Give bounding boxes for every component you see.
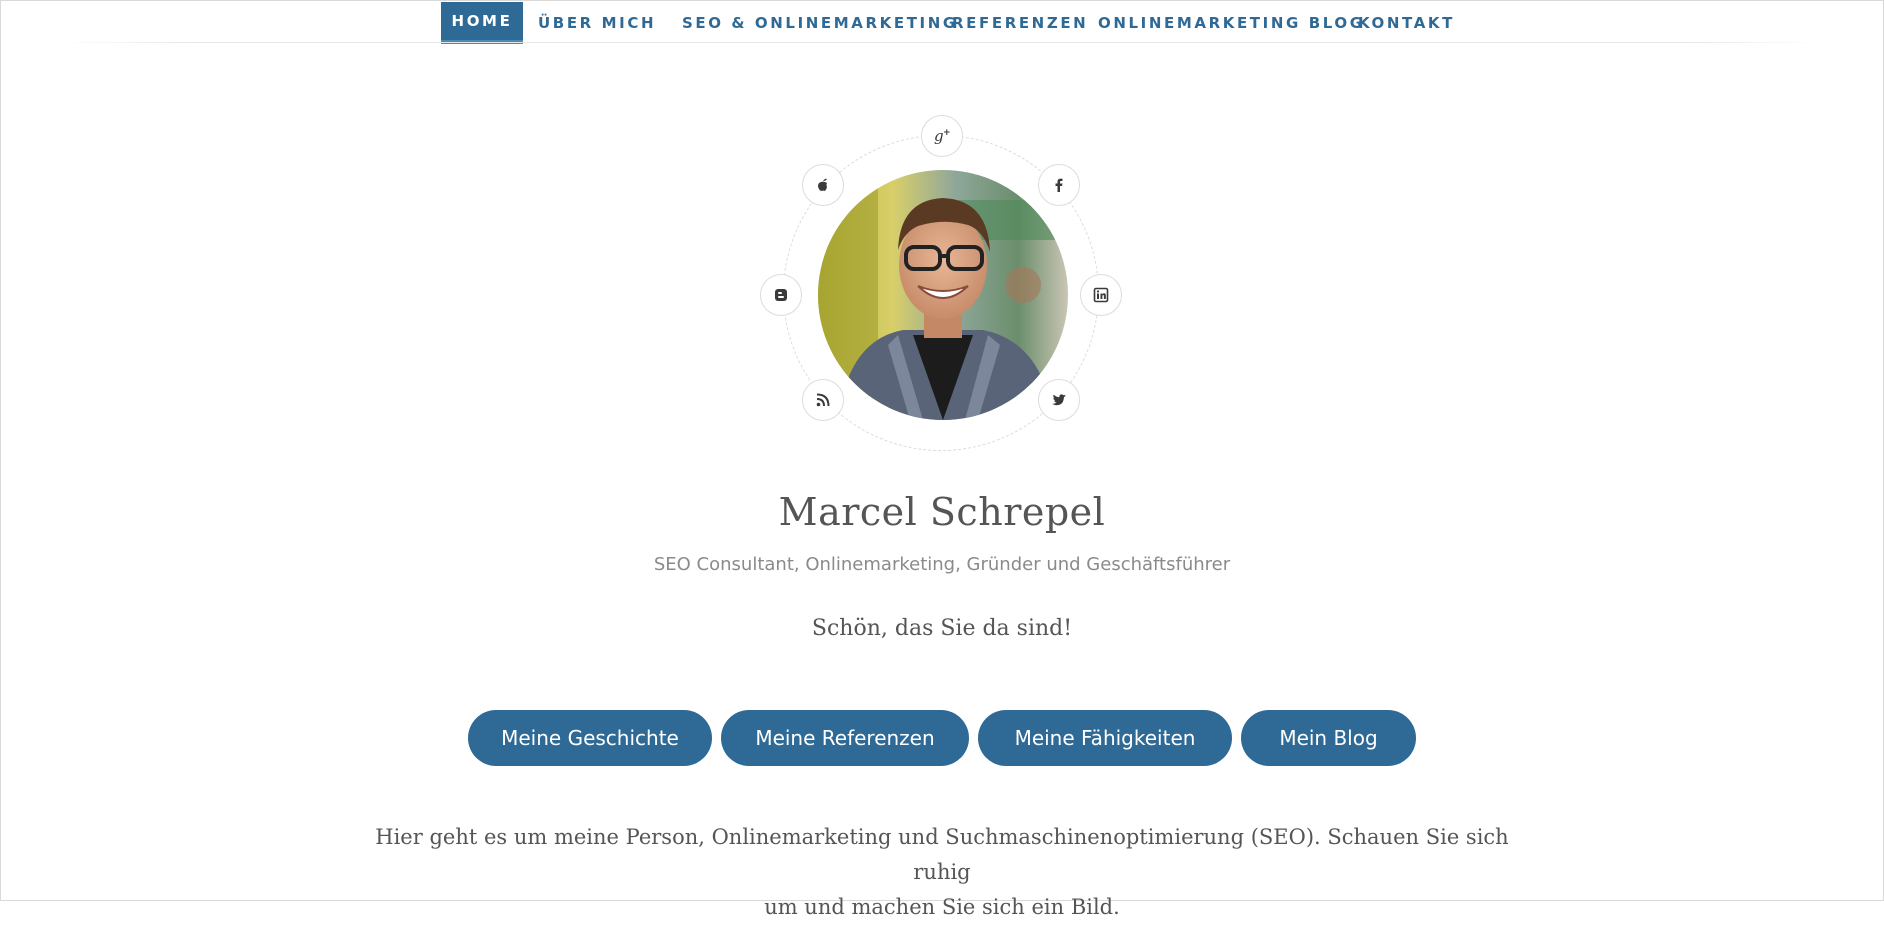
intro-line-1: Hier geht es um meine Person, Onlinemark… (375, 825, 1509, 884)
nav-item-onlinemarketing-blog[interactable]: ONLINEMARKETING BLOG (1083, 2, 1362, 44)
meine-faehigkeiten-button[interactable]: Meine Fähigkeiten (978, 710, 1232, 766)
blogger-icon[interactable] (760, 274, 802, 316)
rss-icon[interactable] (802, 379, 844, 421)
profile-subtitle: SEO Consultant, Onlinemarketing, Gründer… (653, 554, 1231, 575)
meine-referenzen-button[interactable]: Meine Referenzen (721, 710, 969, 766)
nav-item-kontakt[interactable]: KONTAKT (1343, 2, 1473, 44)
linkedin-icon[interactable] (1080, 274, 1122, 316)
twitter-icon[interactable] (1038, 379, 1080, 421)
nav-menu: HOME ÜBER MICH SEO & ONLINEMARKETING REF… (441, 2, 1473, 44)
avatar (818, 170, 1068, 420)
google-plus-icon[interactable]: g + (921, 115, 963, 157)
action-buttons: Meine Geschichte Meine Referenzen Meine … (0, 710, 1884, 766)
svg-text:+: + (943, 128, 951, 138)
nav-item-referenzen[interactable]: REFERENZEN (937, 2, 1086, 44)
apple-icon[interactable] (802, 164, 844, 206)
main-navigation: HOME ÜBER MICH SEO & ONLINEMARKETING REF… (0, 0, 1884, 44)
profile-name: Marcel Schrepel (778, 490, 1106, 534)
intro-line-2: um und machen Sie sich ein Bild. (764, 895, 1120, 919)
greeting-text: Schön, das Sie da sind! (811, 616, 1073, 641)
meine-geschichte-button[interactable]: Meine Geschichte (468, 710, 712, 766)
nav-item-home[interactable]: HOME (441, 2, 523, 44)
profile-ring: g + (760, 115, 1124, 479)
nav-divider (60, 42, 1820, 43)
mein-blog-button[interactable]: Mein Blog (1241, 710, 1416, 766)
intro-paragraph: Hier geht es um meine Person, Onlinemark… (370, 820, 1514, 925)
nav-item-ueber-mich[interactable]: ÜBER MICH (523, 2, 667, 44)
nav-item-seo-onlinemarketing[interactable]: SEO & ONLINEMARKETING (667, 2, 955, 44)
facebook-icon[interactable] (1038, 164, 1080, 206)
